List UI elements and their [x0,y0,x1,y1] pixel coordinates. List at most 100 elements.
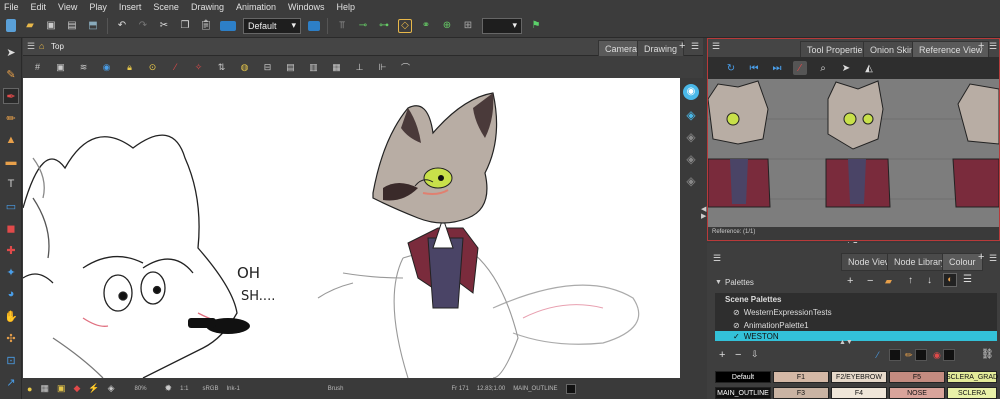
workspace-icon[interactable] [220,20,236,31]
new-scene-icon[interactable] [6,19,16,32]
refresh-icon[interactable]: ↻ [724,61,738,75]
layers-icon[interactable]: ◈ [683,130,699,146]
rigging-icon[interactable]: ⫪ [335,19,349,33]
select-icon[interactable]: ➤ [839,61,853,75]
colour-swatch-item[interactable]: F2/EYEBROW [831,371,887,383]
add-view-icon[interactable]: + [679,40,685,52]
panel-menu-icon[interactable]: ☰ [691,41,699,52]
contour-editor-icon[interactable]: ✎ [3,66,19,82]
onion-skin-icon[interactable]: ◉ [100,61,113,74]
menu-scene[interactable]: Scene [153,2,179,12]
colour-options-icon[interactable]: ⇩ [751,349,759,360]
bounding-box-icon[interactable]: ◇ [398,18,412,33]
palette-item[interactable]: ⊘ AnimationPalette1 [733,321,809,330]
rotate-icon[interactable]: ◭ [862,61,876,75]
menu-play[interactable]: Play [89,2,107,12]
colour-swatch-item[interactable]: SCLERA_GRAD [946,371,998,383]
menu-file[interactable]: File [4,2,19,12]
node-branch-icon[interactable]: ⊶ [377,19,391,33]
lock-icon[interactable]: 🔒︎ [123,61,136,74]
pencil-line-icon[interactable]: ⁄ [169,61,182,74]
paint-bucket-icon[interactable]: ◼ [3,220,19,236]
bone-tool-icon[interactable]: ✣ [3,330,19,346]
undo-icon[interactable]: ↶ [115,19,129,33]
flag-icon[interactable]: ⚑ [529,19,543,33]
colour-swatch-item[interactable]: F1 [773,371,829,383]
paint-icon[interactable]: ◉ [933,350,941,361]
colour-swatch-item[interactable]: MAIN_OUTLINE [715,387,771,399]
breadcrumb[interactable]: Top [51,42,64,51]
menu-animation[interactable]: Animation [236,2,276,12]
colour-swatch[interactable] [889,349,901,361]
menu-help[interactable]: Help [337,2,356,12]
colour-swatch-item[interactable]: F5 [889,371,945,383]
add-view-icon[interactable]: + [978,251,984,263]
pencil-icon[interactable]: ✏ [905,350,913,361]
layers-icon[interactable]: ◈ [108,383,115,394]
add-colour-icon[interactable]: + [719,349,725,361]
deformer-icon[interactable]: ⊞ [461,19,475,33]
open-folder-icon[interactable]: ▰ [23,19,37,33]
layer-up-icon[interactable]: ▦ [330,61,343,74]
lock-icon[interactable]: ▣ [57,383,66,394]
rectangle-tool-icon[interactable]: ▭ [3,198,19,214]
dropper-tool-icon[interactable]: ✚ [3,242,19,258]
palette-menu-icon[interactable]: ☰ [963,274,972,285]
palette-browser-icon[interactable]: ◐ [943,273,957,287]
hide-icon[interactable]: ⊟ [261,61,274,74]
save-icon[interactable]: ▣ [44,19,58,33]
save-as-icon[interactable]: ▤ [65,19,79,33]
tab-colour[interactable]: Colour [942,253,983,271]
collapse-side-icon[interactable]: ◀ ▶ [701,206,706,220]
colour-swatch-item[interactable]: F4 [831,387,887,399]
colour-swatch-item[interactable]: Default [715,371,771,383]
align-icon[interactable]: ⊥ [353,61,366,74]
zoom-value[interactable]: 80% [135,386,147,392]
paste-icon[interactable]: 📋︎ [199,19,213,33]
auto-lock-icon[interactable]: ⊙ [146,61,159,74]
pencil-tool-icon[interactable]: ✏ [3,110,19,126]
workspace-save-icon[interactable] [308,20,320,31]
magic-wand-icon[interactable]: ✧ [192,61,205,74]
next-icon[interactable]: ⏭ [770,61,784,75]
drawing-canvas[interactable]: OH SH.... [23,78,680,378]
dropper-icon[interactable]: ⁄ [793,61,807,75]
layers-icon[interactable]: ◈ [683,152,699,168]
smooth-icon[interactable]: ⌒ [399,61,412,74]
panel-menu-icon[interactable]: ☰ [27,41,35,52]
panel-menu-icon[interactable]: ☰ [989,41,997,52]
colour-icon[interactable]: ◆ [73,383,80,394]
add-node-icon[interactable]: ⊕ [440,19,454,33]
distribute-icon[interactable]: ⊩ [376,61,389,74]
colour-swatch-item[interactable]: NOSE [889,387,945,399]
menu-drawing[interactable]: Drawing [191,2,224,12]
workspace-select[interactable]: Default ▾ [243,17,301,34]
morph-tool-icon[interactable]: ✦ [3,264,19,280]
settings-icon[interactable]: ✹ [165,383,173,394]
cut-icon[interactable]: ✂ [157,19,171,33]
bulb-icon[interactable]: ● [27,384,32,394]
layers-icon[interactable]: ◈ [683,174,699,190]
text-tool-icon[interactable]: T [3,176,19,192]
layer-down-icon[interactable]: ▥ [307,61,320,74]
palette-item[interactable]: ⊘ WesternExpressionTests [733,308,832,317]
colour-swatch[interactable] [915,349,927,361]
eye-icon[interactable]: ◉ [683,84,699,100]
panel-menu-icon[interactable]: ☰ [989,253,997,264]
menu-view[interactable]: View [58,2,77,12]
add-palette-icon[interactable]: + [847,275,853,287]
grid-icon[interactable]: ▦ [40,383,49,394]
stamp-tool-icon[interactable]: ▲ [3,132,19,148]
grid-tool-icon[interactable]: ⊡ [3,352,19,368]
bulb-icon[interactable]: ◍ [238,61,251,74]
flash-icon[interactable]: ⚡ [88,383,99,394]
brush-tool-icon[interactable]: ✒ [3,88,19,104]
arrow-up-icon[interactable]: ↑ [908,275,913,286]
panel-menu-icon[interactable]: ☰ [713,253,721,264]
dropper-icon[interactable]: ⁄ [877,350,879,360]
remove-palette-icon[interactable]: − [867,275,873,287]
eraser-tool-icon[interactable]: ▬ [3,154,19,170]
grid-icon[interactable]: # [31,61,44,74]
layer-stack-icon[interactable]: ▤ [284,61,297,74]
copy-icon[interactable]: ❐ [178,19,192,33]
